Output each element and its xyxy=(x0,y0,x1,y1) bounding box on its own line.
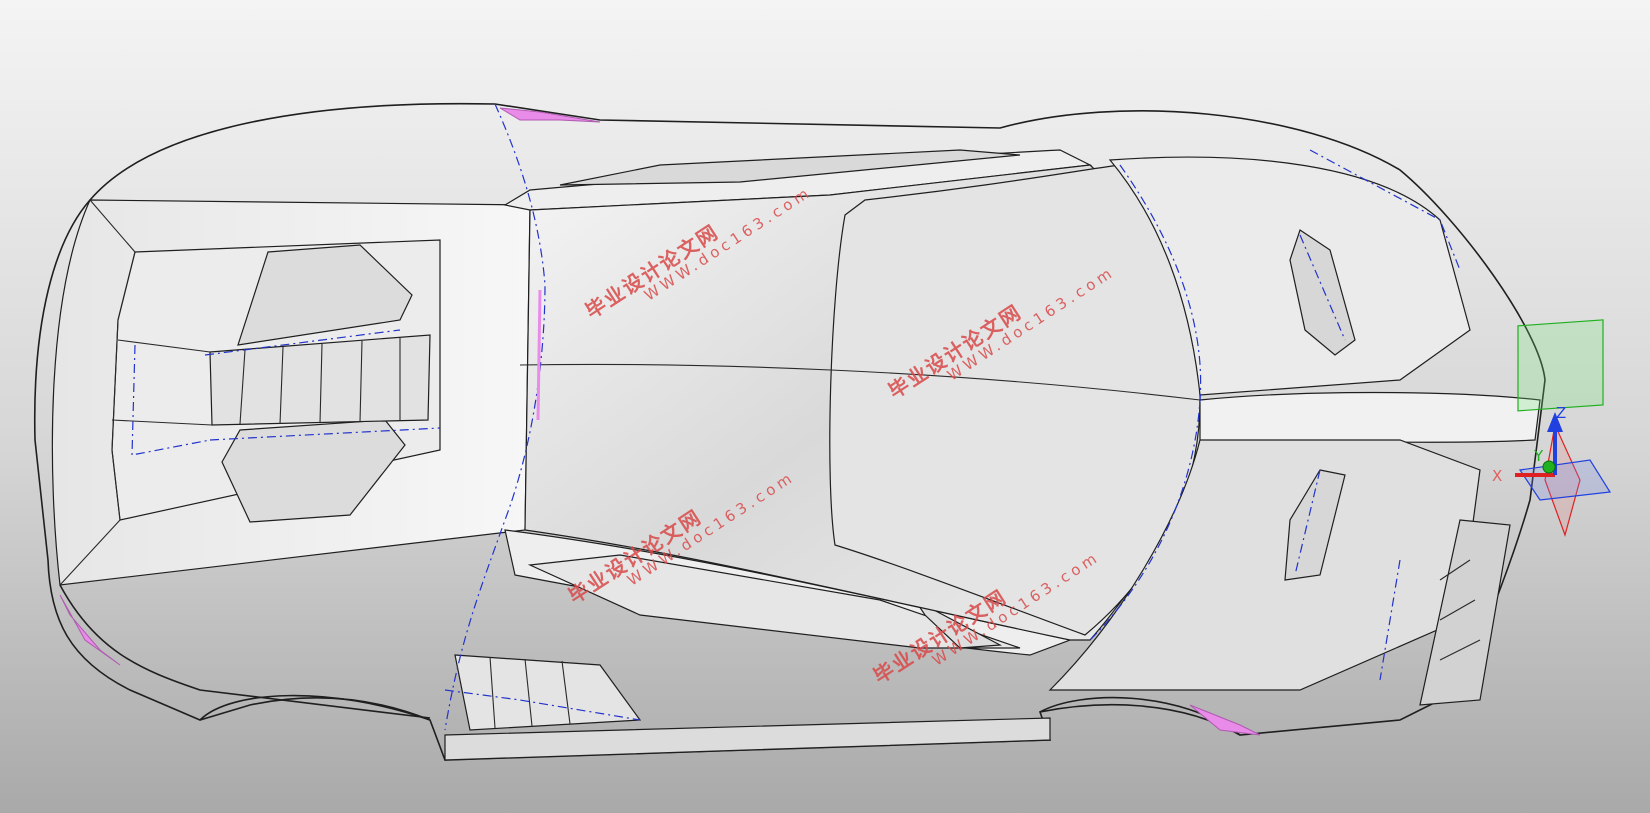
triad-origin xyxy=(1542,460,1556,474)
z-axis-label: Z xyxy=(1556,404,1566,422)
rear-lower-edge xyxy=(59,584,431,719)
highlight-face-front xyxy=(1189,704,1261,736)
x-axis-label: X xyxy=(1492,467,1502,485)
highlight-face-seam xyxy=(536,289,542,421)
highlight-face-rear xyxy=(59,594,121,666)
cad-viewport[interactable]: X Y Z 毕业设计论文网 WWW.doc163.com 毕业设计论文网 WWW… xyxy=(0,0,1650,813)
y-axis-label: Y xyxy=(1533,447,1544,465)
car-body-model[interactable]: X Y Z xyxy=(0,0,1650,813)
highlight-face-top xyxy=(499,107,601,123)
front-hood xyxy=(1199,391,1541,443)
triad-plane-yz xyxy=(1517,319,1604,412)
side-intake xyxy=(454,654,642,731)
